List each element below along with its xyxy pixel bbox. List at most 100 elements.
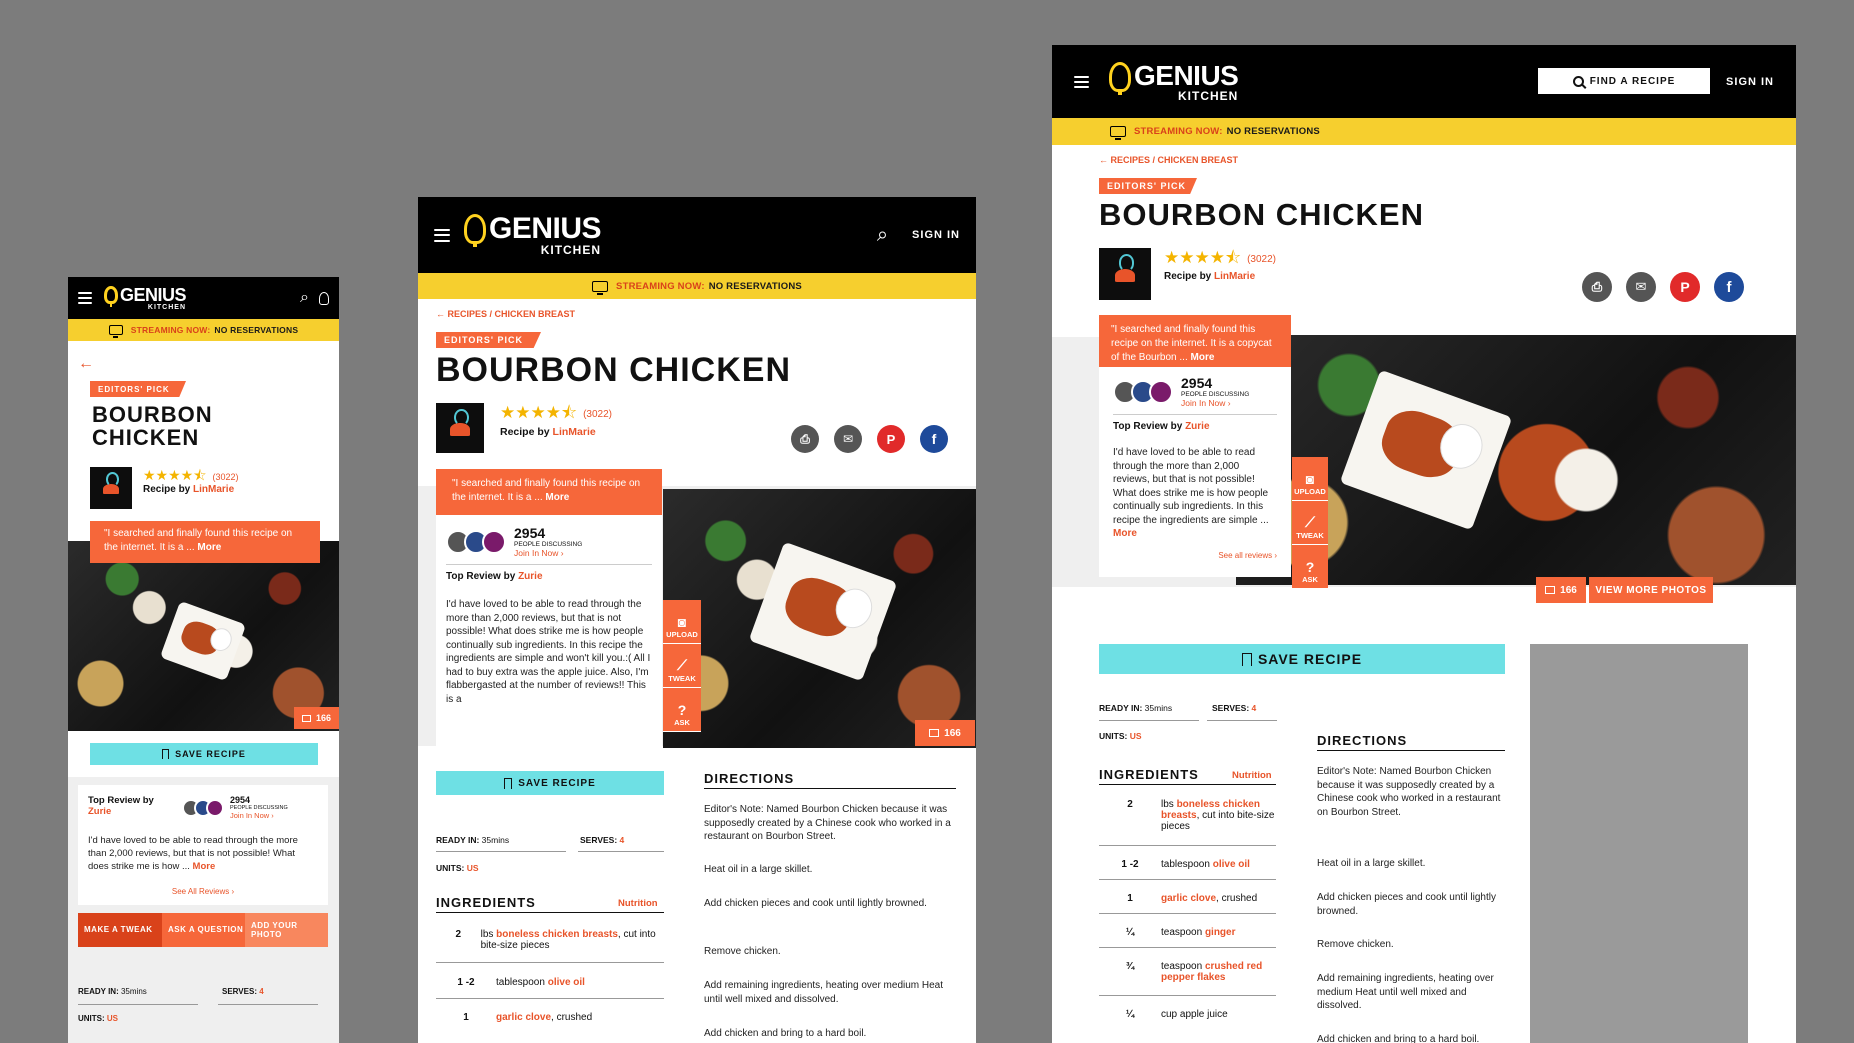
nutrition-link[interactable]: Nutrition [1232, 770, 1272, 781]
author-avatar[interactable] [90, 467, 132, 509]
author-avatar[interactable] [1099, 248, 1151, 300]
nutrition-link[interactable]: Nutrition [618, 898, 658, 909]
streaming-label: STREAMING NOW: [130, 325, 211, 335]
rating-stars[interactable]: ★★★★⯪ (3022) [1164, 245, 1276, 274]
photo-count[interactable]: 166 [1536, 577, 1586, 603]
make-a-tweak-tab[interactable]: MAKE A TWEAK [78, 913, 162, 947]
direction-step: Add remaining ingredients, heating over … [704, 980, 944, 1005]
serves-label: SERVES: [222, 987, 257, 996]
ingredient-link[interactable]: boneless chicken breasts [496, 929, 618, 940]
join-now-link[interactable]: Join In Now › [514, 548, 582, 558]
units-value[interactable]: US [467, 863, 479, 873]
tweak-button[interactable]: ⟋ TWEAK [663, 644, 701, 688]
ingredient-link[interactable]: garlic clove [496, 1012, 551, 1023]
reviewer-link[interactable]: Zurie [518, 571, 542, 582]
photo-count-value: 166 [1560, 584, 1577, 596]
units-value[interactable]: US [1130, 731, 1142, 741]
ingredient-link[interactable]: garlic clove [1161, 893, 1216, 904]
save-recipe-button[interactable]: SAVE RECIPE [90, 743, 318, 765]
breadcrumb-category[interactable]: CHICKEN BREAST [1158, 155, 1239, 165]
review-text: I'd have loved to be able to read throug… [88, 835, 318, 873]
facebook-icon[interactable]: f [920, 425, 948, 453]
divider [1207, 720, 1277, 721]
add-your-photo-tab[interactable]: ADD YOUR PHOTO [245, 913, 328, 947]
genius-kitchen-logo[interactable]: GENIUS KITCHEN [104, 285, 187, 311]
menu-icon[interactable] [78, 292, 92, 304]
side-actions: ◙ UPLOAD ⟋ TWEAK ? ASK [1292, 457, 1328, 589]
recipe-photo[interactable] [68, 541, 339, 731]
streaming-bar[interactable]: STREAMING NOW: NO RESERVATIONS [1052, 118, 1796, 145]
ingredient-link[interactable]: ginger [1205, 927, 1236, 938]
view-more-photos-button[interactable]: VIEW MORE PHOTOS [1589, 577, 1713, 603]
streaming-bar[interactable]: STREAMING NOW: NO RESERVATIONS [418, 273, 976, 299]
genius-kitchen-logo[interactable]: GENIUS KITCHEN [1109, 61, 1239, 102]
units-value[interactable]: US [107, 1014, 118, 1023]
ask-button[interactable]: ? ASK [663, 688, 701, 732]
question-icon: ? [1305, 559, 1315, 575]
ask-button[interactable]: ? ASK [1292, 545, 1328, 589]
divider [1099, 720, 1199, 721]
email-icon[interactable]: ✉ [834, 425, 862, 453]
search-icon[interactable]: ⌕ [300, 289, 309, 307]
pinterest-icon[interactable]: P [877, 425, 905, 453]
facebook-icon[interactable]: f [1714, 272, 1744, 302]
ingredient-link[interactable]: olive oil [1213, 859, 1250, 870]
genius-kitchen-logo[interactable]: GENIUS KITCHEN [464, 214, 602, 256]
reviewer-link[interactable]: Zurie [1185, 421, 1209, 432]
quote-more-link[interactable]: More [545, 492, 569, 503]
sign-in-link[interactable]: SIGN IN [1726, 76, 1774, 88]
sign-in-link[interactable]: SIGN IN [912, 229, 960, 241]
join-now-link[interactable]: Join In Now › [230, 811, 288, 820]
breadcrumb-recipes[interactable]: RECIPES / [1111, 155, 1156, 165]
quote-more-link[interactable]: More [197, 542, 221, 553]
recipe-photo[interactable] [663, 489, 976, 748]
join-now-link[interactable]: Join In Now › [1181, 398, 1249, 408]
author-link[interactable]: LinMarie [553, 426, 596, 438]
photo-count[interactable]: 166 [294, 707, 339, 729]
rating-count[interactable]: (3022) [1247, 254, 1276, 265]
review-by-label: Top Review by [88, 795, 154, 806]
print-icon[interactable]: ⎙ [791, 425, 819, 453]
ingredient-unit: tablespoon [1161, 859, 1210, 870]
ingredient-link[interactable]: olive oil [548, 977, 585, 988]
quote-more-link[interactable]: More [1191, 352, 1215, 363]
streaming-bar[interactable]: STREAMING NOW: NO RESERVATIONS [68, 319, 339, 341]
menu-icon[interactable] [434, 228, 450, 242]
breadcrumb-recipes[interactable]: RECIPES / [448, 309, 493, 319]
ready-in: READY IN: 35mins [78, 987, 147, 996]
user-icon[interactable] [319, 291, 329, 305]
author-link[interactable]: LinMarie [193, 484, 234, 495]
reviewer-link[interactable]: Zurie [88, 806, 111, 817]
search-icon[interactable]: ⌕ [877, 224, 888, 247]
discussion-block: 2954 PEOPLE DISCUSSING Join In Now › [182, 795, 288, 820]
rating-stars[interactable]: ★★★★⯪ (3022) [500, 400, 612, 429]
upload-button[interactable]: ◙ UPLOAD [1292, 457, 1328, 501]
author-avatar[interactable] [436, 403, 484, 453]
pinterest-icon[interactable]: P [1670, 272, 1700, 302]
rating-count[interactable]: (3022) [212, 472, 238, 482]
find-recipe-button[interactable]: FIND A RECIPE [1538, 68, 1710, 94]
ask-a-question-tab[interactable]: ASK A QUESTION [162, 913, 245, 947]
back-arrow-icon[interactable]: ← [78, 355, 94, 373]
discussion-count: 2954 [1181, 375, 1213, 391]
save-recipe-button[interactable]: SAVE RECIPE [1099, 644, 1505, 674]
email-icon[interactable]: ✉ [1626, 272, 1656, 302]
tweak-button[interactable]: ⟋ TWEAK [1292, 501, 1328, 545]
ingredient-qty: ¼ [1125, 927, 1135, 938]
top-review-card: Top Review by Zurie 2954 PEOPLE DISCUSSIN… [78, 785, 328, 905]
review-more-link[interactable]: More [193, 861, 216, 872]
serves-value: 4 [259, 987, 264, 996]
review-more-link[interactable]: More [1113, 528, 1137, 539]
save-recipe-button[interactable]: SAVE RECIPE [436, 771, 664, 795]
direction-step: Add chicken pieces and cook until lightl… [1317, 892, 1496, 917]
print-icon[interactable]: ⎙ [1582, 272, 1612, 302]
upload-button[interactable]: ◙ UPLOAD [663, 600, 701, 644]
divider [1099, 845, 1276, 846]
photo-count[interactable]: 166 [915, 720, 975, 746]
see-all-reviews-link[interactable]: See all reviews › [1113, 551, 1277, 560]
author-link[interactable]: LinMarie [1214, 271, 1255, 282]
menu-icon[interactable] [1074, 75, 1089, 88]
rating-count[interactable]: (3022) [583, 409, 612, 420]
see-all-reviews-link[interactable]: See All Reviews › [78, 887, 328, 896]
breadcrumb-category[interactable]: CHICKEN BREAST [495, 309, 576, 319]
